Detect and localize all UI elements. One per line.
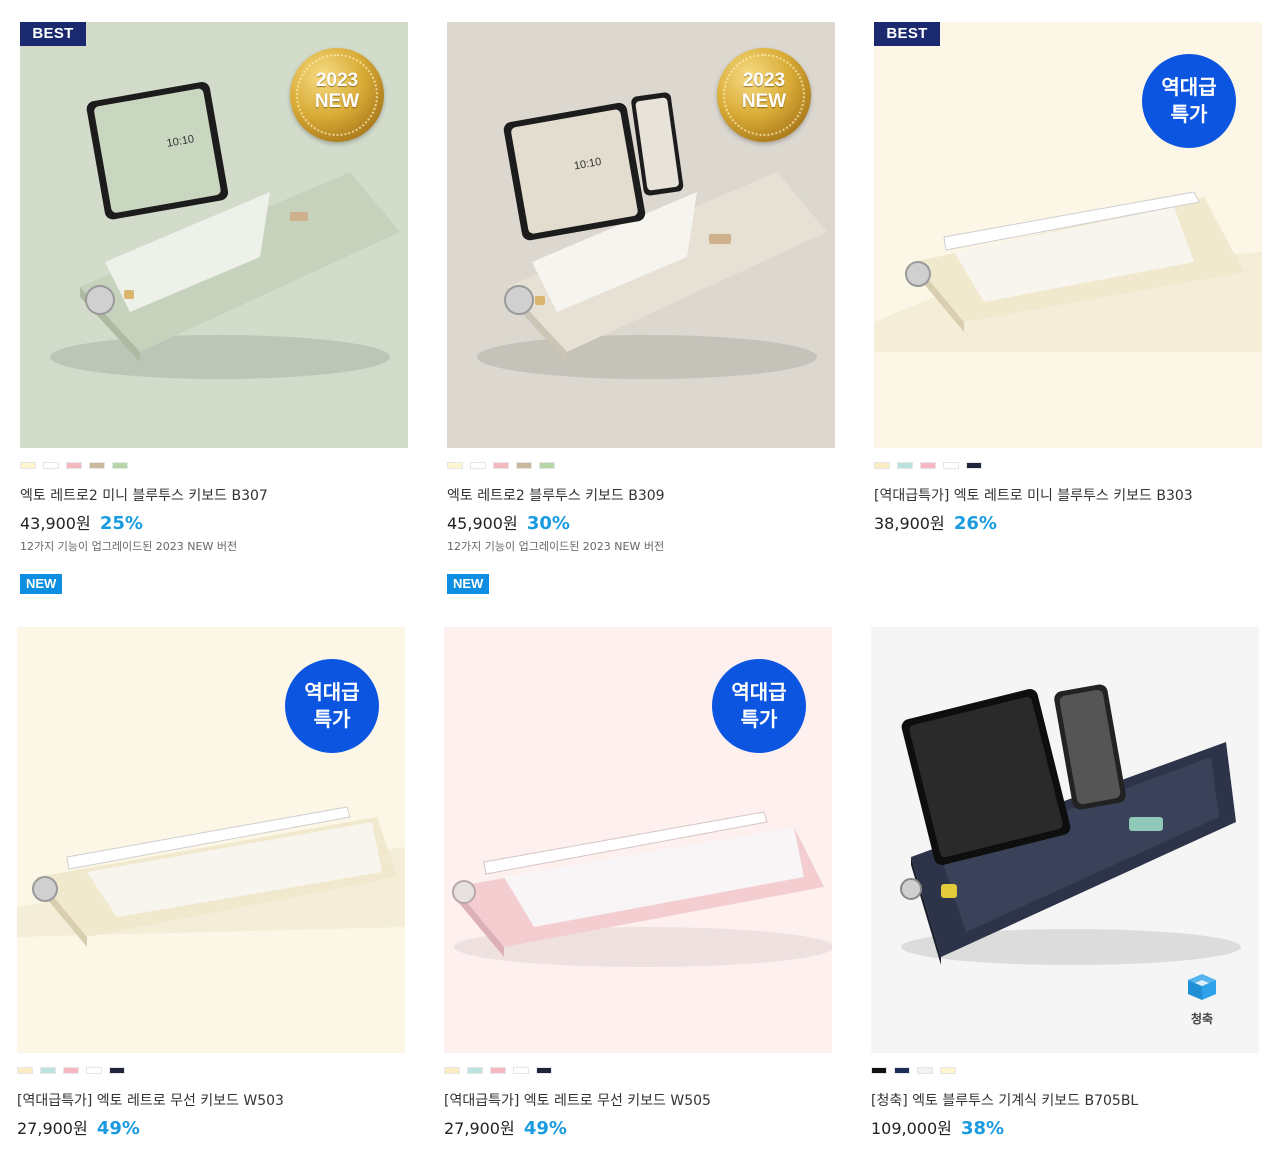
product-card[interactable]: 역대급 특가 [역대급특가] 엑토 레트로 무선 키보드 W505 27,900… bbox=[444, 627, 832, 1140]
product-price: 27,900원 bbox=[17, 1119, 88, 1138]
product-name[interactable]: [역대급특가] 엑토 레트로 무선 키보드 W503 bbox=[17, 1092, 405, 1110]
color-swatches bbox=[447, 462, 835, 470]
color-swatches bbox=[20, 462, 408, 470]
color-swatch[interactable] bbox=[112, 462, 128, 469]
product-name[interactable]: 엑토 레트로2 미니 블루투스 키보드 B307 bbox=[20, 487, 408, 505]
product-description: 12가지 기능이 업그레이드된 2023 NEW 버전 bbox=[447, 540, 665, 553]
blue-switch-label: 청축 bbox=[1179, 972, 1225, 1027]
color-swatch[interactable] bbox=[63, 1067, 79, 1074]
color-swatch[interactable] bbox=[66, 462, 82, 469]
price-line: 45,900원 30% bbox=[447, 513, 835, 535]
discount-rate: 26% bbox=[953, 513, 997, 534]
product-image[interactable]: 역대급 특가 bbox=[444, 627, 832, 1053]
color-swatch[interactable] bbox=[40, 1067, 56, 1074]
discount-rate: 25% bbox=[99, 513, 143, 534]
product-image[interactable]: 10:10 BEST 2023 NEW bbox=[20, 22, 408, 448]
product-price: 109,000원 bbox=[871, 1119, 952, 1138]
color-swatch[interactable] bbox=[89, 462, 105, 469]
color-swatch[interactable] bbox=[493, 462, 509, 469]
color-swatch[interactable] bbox=[874, 462, 890, 469]
discount-rate: 49% bbox=[523, 1118, 567, 1139]
discount-rate: 30% bbox=[526, 513, 570, 534]
color-swatch[interactable] bbox=[897, 462, 913, 469]
color-swatch[interactable] bbox=[966, 462, 982, 469]
product-name[interactable]: [청축] 엑토 블루투스 기계식 키보드 B705BL bbox=[871, 1092, 1259, 1110]
color-swatch[interactable] bbox=[470, 462, 486, 469]
color-swatches bbox=[17, 1067, 405, 1075]
product-price: 43,900원 bbox=[20, 514, 91, 533]
new-badge: NEW bbox=[447, 574, 490, 594]
product-price: 27,900원 bbox=[444, 1119, 515, 1138]
color-swatches bbox=[871, 1067, 1259, 1075]
price-line: 109,000원 38% bbox=[871, 1118, 1259, 1140]
new-2023-medal-icon: 2023 NEW bbox=[290, 48, 384, 142]
color-swatch[interactable] bbox=[920, 462, 936, 469]
product-description: 12가지 기능이 업그레이드된 2023 NEW 버전 bbox=[20, 540, 238, 553]
price-line: 27,900원 49% bbox=[17, 1118, 405, 1140]
discount-rate: 38% bbox=[960, 1118, 1005, 1139]
product-price: 38,900원 bbox=[874, 514, 945, 533]
color-swatch[interactable] bbox=[86, 1067, 102, 1074]
product-image[interactable]: 역대급 특가 bbox=[17, 627, 405, 1053]
product-image[interactable]: 청축 bbox=[871, 627, 1259, 1053]
color-swatch[interactable] bbox=[513, 1067, 529, 1074]
color-swatch[interactable] bbox=[943, 462, 959, 469]
special-deal-badge: 역대급 특가 bbox=[712, 659, 806, 753]
special-deal-badge: 역대급 특가 bbox=[1142, 54, 1236, 148]
product-card[interactable]: 10:10 BEST 2023 NEW 엑토 레트로2 미니 블루투스 키보드 … bbox=[20, 22, 408, 594]
new-badge: NEW bbox=[20, 574, 63, 594]
color-swatch[interactable] bbox=[536, 1067, 552, 1074]
color-swatches bbox=[874, 462, 1262, 470]
color-swatches bbox=[444, 1067, 832, 1075]
discount-rate: 49% bbox=[96, 1118, 140, 1139]
product-name[interactable]: 엑토 레트로2 블루투스 키보드 B309 bbox=[447, 487, 835, 505]
color-swatch[interactable] bbox=[490, 1067, 506, 1074]
color-swatch[interactable] bbox=[871, 1067, 887, 1074]
color-swatch[interactable] bbox=[539, 462, 555, 469]
price-line: 43,900원 25% bbox=[20, 513, 408, 535]
color-swatch[interactable] bbox=[894, 1067, 910, 1074]
product-card[interactable]: 역대급 특가 [역대급특가] 엑토 레트로 무선 키보드 W503 27,900… bbox=[17, 627, 405, 1140]
product-image[interactable]: 10:10 2023 NEW bbox=[447, 22, 835, 448]
special-deal-badge: 역대급 특가 bbox=[285, 659, 379, 753]
color-swatch[interactable] bbox=[17, 1067, 33, 1074]
medal-text: 2023 NEW bbox=[741, 70, 787, 112]
color-swatch[interactable] bbox=[467, 1067, 483, 1074]
product-card[interactable]: BEST 역대급 특가 [역대급특가] 엑토 레트로 미니 블루투스 키보드 B… bbox=[874, 22, 1262, 535]
color-swatch[interactable] bbox=[43, 462, 59, 469]
blue-switch-text: 청축 bbox=[1190, 1012, 1214, 1026]
color-swatch[interactable] bbox=[447, 462, 463, 469]
color-swatch[interactable] bbox=[516, 462, 532, 469]
product-name[interactable]: [역대급특가] 엑토 레트로 미니 블루투스 키보드 B303 bbox=[874, 487, 1262, 505]
best-badge: BEST bbox=[874, 22, 940, 46]
color-swatch[interactable] bbox=[917, 1067, 933, 1074]
best-badge: BEST bbox=[20, 22, 86, 46]
color-swatch[interactable] bbox=[444, 1067, 460, 1074]
medal-text: 2023 NEW bbox=[314, 70, 360, 112]
product-card[interactable]: 청축 [청축] 엑토 블루투스 기계식 키보드 B705BL 109,000원 … bbox=[871, 627, 1259, 1140]
price-line: 38,900원 26% bbox=[874, 513, 1262, 535]
product-price: 45,900원 bbox=[447, 514, 518, 533]
product-image[interactable]: BEST 역대급 특가 bbox=[874, 22, 1262, 448]
product-name[interactable]: [역대급특가] 엑토 레트로 무선 키보드 W505 bbox=[444, 1092, 832, 1110]
color-swatch[interactable] bbox=[20, 462, 36, 469]
product-card[interactable]: 10:10 2023 NEW 엑토 레트로2 블루투스 키보드 B309 45,… bbox=[447, 22, 835, 594]
blue-switch-icon bbox=[1188, 974, 1216, 1000]
color-swatch[interactable] bbox=[109, 1067, 125, 1074]
new-2023-medal-icon: 2023 NEW bbox=[717, 48, 811, 142]
color-swatch[interactable] bbox=[940, 1067, 956, 1074]
price-line: 27,900원 49% bbox=[444, 1118, 832, 1140]
